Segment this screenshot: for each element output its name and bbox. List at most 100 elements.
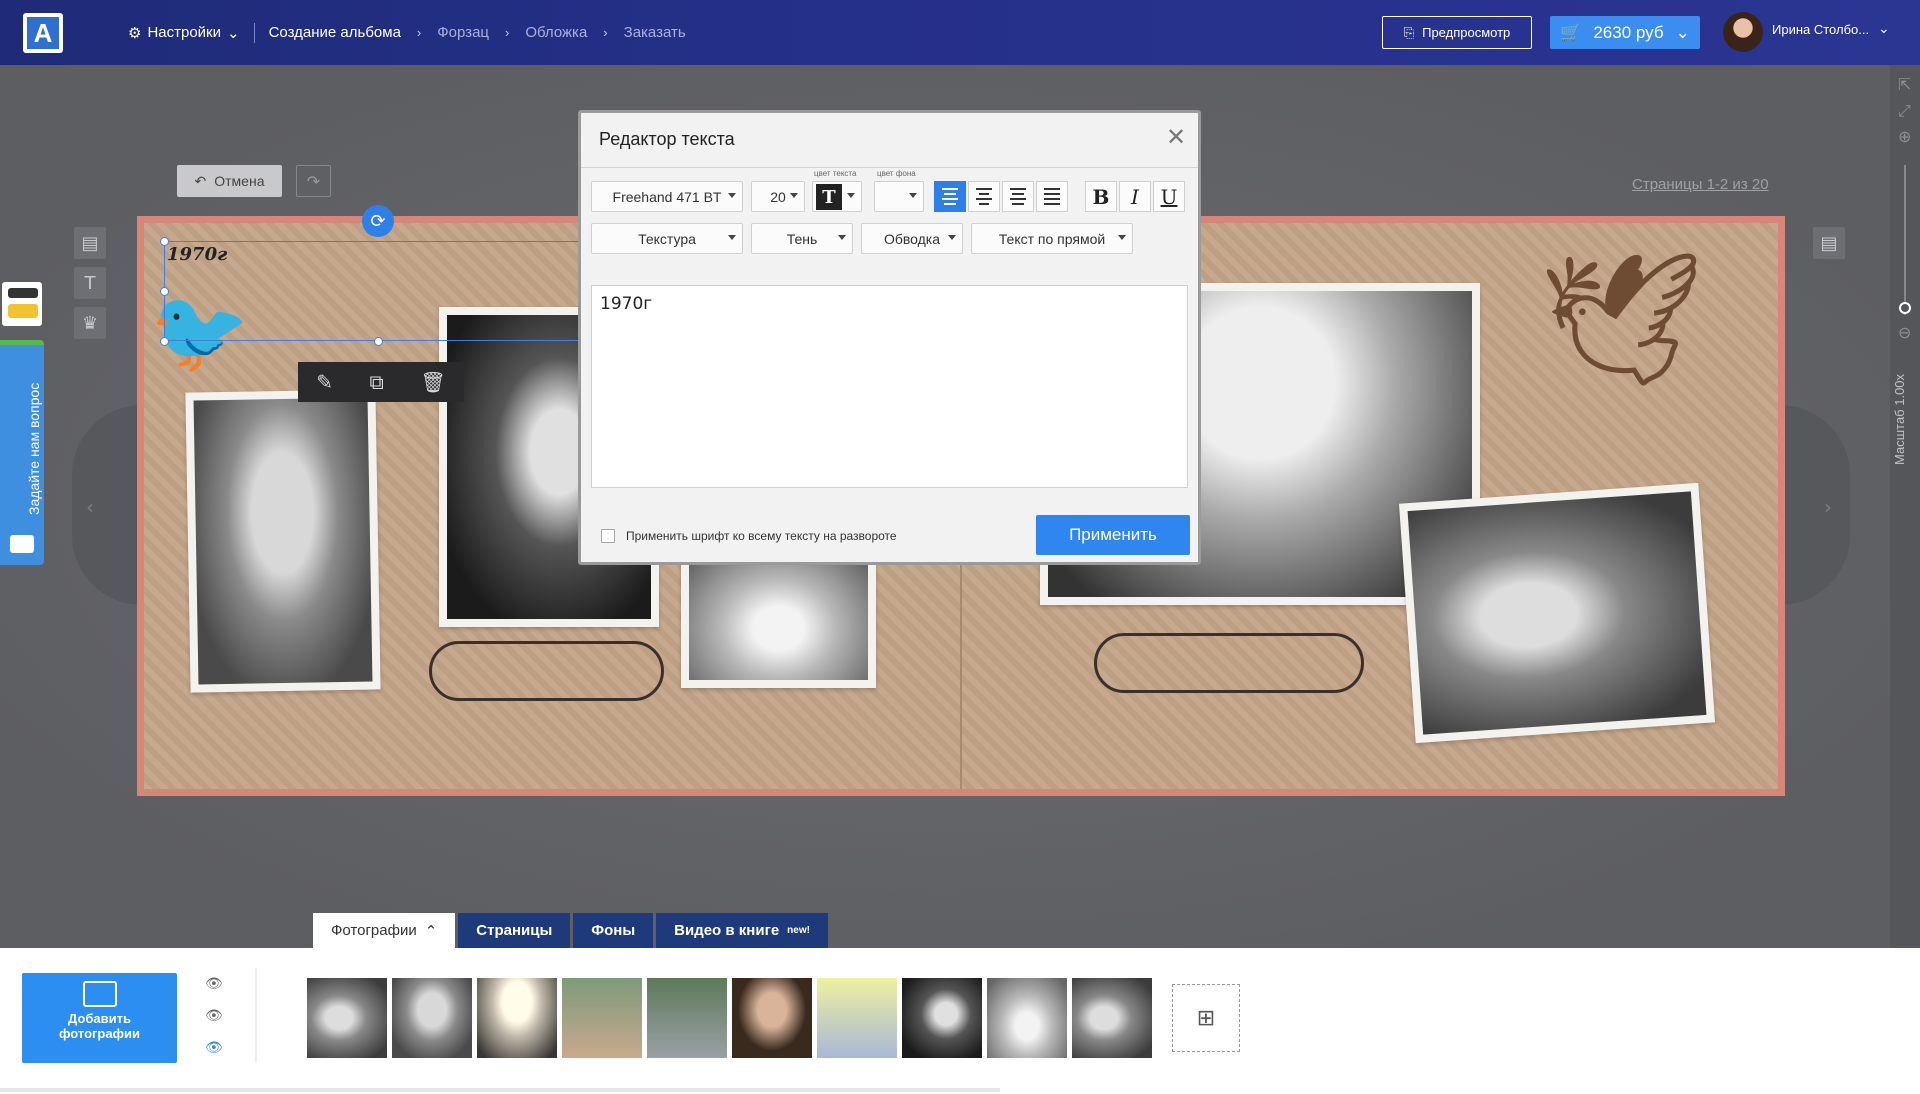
- font-size-value: 20: [770, 188, 786, 205]
- apply-button[interactable]: Применить: [1036, 515, 1190, 555]
- settings-label: Настройки: [147, 24, 222, 41]
- zoom-in-icon[interactable]: ⊕: [1898, 127, 1911, 146]
- cart-button[interactable]: 🛒 2630 руб ⌄: [1550, 16, 1700, 49]
- duplicate-icon[interactable]: ⧉: [370, 370, 384, 394]
- zoom-slider-track[interactable]: [1904, 165, 1906, 315]
- zoom-slider-handle[interactable]: [1899, 302, 1911, 314]
- right-layout-button[interactable]: ▤: [1813, 227, 1845, 259]
- crumb-order[interactable]: Заказать: [624, 24, 686, 41]
- undo-label: Отмена: [214, 173, 265, 189]
- tab-photos[interactable]: Фотографии ⌃: [313, 913, 456, 948]
- photo-thumbnail[interactable]: [307, 978, 387, 1058]
- stroke-select[interactable]: Обводка: [861, 223, 963, 254]
- resize-handle[interactable]: [160, 337, 169, 346]
- chevron-left-icon: ‹: [86, 495, 94, 519]
- pages-counter[interactable]: Страницы 1-2 из 20: [1632, 176, 1769, 193]
- photo-cyclist[interactable]: [1398, 482, 1716, 744]
- bg-color-picker[interactable]: [874, 181, 924, 212]
- resize-handle[interactable]: [374, 337, 383, 346]
- panel-scrollbar[interactable]: [0, 1088, 1000, 1092]
- photo-thumbnail[interactable]: [647, 978, 727, 1058]
- tab-video-label: Видео в книге: [674, 922, 780, 939]
- font-size-select[interactable]: 20: [751, 181, 805, 212]
- photo-thumbnail[interactable]: [987, 978, 1067, 1058]
- undo-button[interactable]: ↶ Отмена: [177, 165, 282, 197]
- line: [944, 203, 956, 205]
- external-link-icon[interactable]: ⇱: [1898, 75, 1911, 94]
- chevron-up-icon: ⌃: [424, 922, 438, 940]
- photo-thumbnail[interactable]: [562, 978, 642, 1058]
- top-nav: ⚙ Настройки ⌄ Создание альбома › Форзац …: [128, 0, 686, 65]
- dialog-divider: [581, 167, 1198, 168]
- photo-old-man[interactable]: [185, 389, 381, 693]
- italic-button[interactable]: I: [1119, 181, 1151, 212]
- promo-badge[interactable]: [2, 282, 42, 326]
- avatar[interactable]: [1723, 12, 1763, 52]
- rotate-handle[interactable]: ⟳: [362, 205, 394, 237]
- decor-button[interactable]: ♛: [74, 307, 106, 339]
- fullscreen-icon[interactable]: ⤢: [1898, 101, 1911, 121]
- text-input-area[interactable]: 1970г: [591, 285, 1188, 488]
- add-photos-label-2: фотографии: [59, 1026, 140, 1041]
- photo-panel: Добавить фотографии 👁 👁 👁 ⊞: [0, 948, 1920, 1094]
- align-center-button[interactable]: [968, 181, 1000, 212]
- underline-button[interactable]: U: [1153, 181, 1185, 212]
- eye-filter-icon[interactable]: 👁: [205, 1040, 227, 1056]
- user-name[interactable]: Ирина Столбо...: [1772, 22, 1869, 37]
- edit-text-icon[interactable]: ✎: [316, 370, 333, 394]
- settings-menu[interactable]: ⚙ Настройки ⌄: [128, 24, 240, 42]
- apply-all-checkbox[interactable]: [601, 529, 615, 543]
- layout-tool-button[interactable]: ▤: [74, 227, 106, 259]
- photo-thumbnail[interactable]: [902, 978, 982, 1058]
- photo-thumbnail[interactable]: [477, 978, 557, 1058]
- eye-icon[interactable]: 👁: [205, 976, 227, 992]
- badge-top: [8, 288, 38, 298]
- ornament-frame-right[interactable]: [1094, 633, 1364, 693]
- bold-button[interactable]: B: [1085, 181, 1117, 212]
- canvas-text-1970[interactable]: 1970г: [167, 244, 227, 265]
- align-justify-button[interactable]: [1036, 181, 1068, 212]
- zoom-label: Масштаб 1.00x: [1892, 373, 1907, 465]
- ask-question-tab[interactable]: Задайте нам вопрос: [0, 340, 44, 565]
- photo-thumbnail[interactable]: [1072, 978, 1152, 1058]
- app-logo[interactable]: A: [23, 13, 63, 53]
- crumb-album[interactable]: Создание альбома: [269, 24, 401, 41]
- tab-backgrounds[interactable]: Фоны: [573, 913, 654, 948]
- trash-icon[interactable]: 🗑: [420, 370, 445, 394]
- eye-check-icon[interactable]: 👁: [205, 1008, 227, 1024]
- font-select[interactable]: Freehand 471 BT: [591, 181, 743, 212]
- caret-down-icon: [1118, 235, 1126, 240]
- chevron-right-icon: ›: [416, 25, 422, 40]
- crumb-endpaper[interactable]: Форзац: [437, 24, 489, 41]
- photo-thumbnail[interactable]: [392, 978, 472, 1058]
- text-path-select[interactable]: Текст по прямой: [971, 223, 1133, 254]
- resize-handle[interactable]: [160, 287, 169, 296]
- line: [1044, 188, 1060, 190]
- apply-all-label: Применить шрифт ко всему тексту на разво…: [626, 529, 897, 543]
- chevron-down-icon[interactable]: ⌄: [1878, 21, 1890, 37]
- photo-thumbnail[interactable]: [817, 978, 897, 1058]
- align-left-button[interactable]: [934, 181, 966, 212]
- redo-button[interactable]: ↷: [296, 165, 331, 197]
- tab-video[interactable]: Видео в книге new!: [656, 913, 828, 948]
- ask-label: Задайте нам вопрос: [26, 382, 42, 515]
- crumb-cover[interactable]: Обложка: [525, 24, 587, 41]
- add-photos-button[interactable]: Добавить фотографии: [22, 973, 177, 1063]
- align-right-button[interactable]: [1002, 181, 1034, 212]
- close-icon[interactable]: ✕: [1166, 123, 1186, 151]
- bird-illustration-right[interactable]: 🕊: [1539, 243, 1704, 396]
- shadow-select[interactable]: Тень: [751, 223, 853, 254]
- text-color-swatch[interactable]: T: [816, 184, 842, 210]
- caret-down-icon: [847, 193, 855, 198]
- logo-letter: A: [27, 17, 59, 49]
- add-text-button[interactable]: T: [74, 267, 106, 299]
- photo-thumbnail[interactable]: [732, 978, 812, 1058]
- add-photo-placeholder[interactable]: ⊞: [1172, 984, 1240, 1052]
- right-toolbar: ⇱ ⤢ ⊕ ⊖ Масштаб 1.00x: [1890, 65, 1920, 948]
- line: [1044, 198, 1060, 200]
- texture-select[interactable]: Текстура: [591, 223, 743, 254]
- zoom-out-icon[interactable]: ⊖: [1898, 323, 1911, 342]
- preview-button[interactable]: ⎘ Предпросмотр: [1382, 16, 1532, 49]
- tab-pages[interactable]: Страницы: [458, 913, 571, 948]
- ornament-frame-left[interactable]: [429, 641, 664, 701]
